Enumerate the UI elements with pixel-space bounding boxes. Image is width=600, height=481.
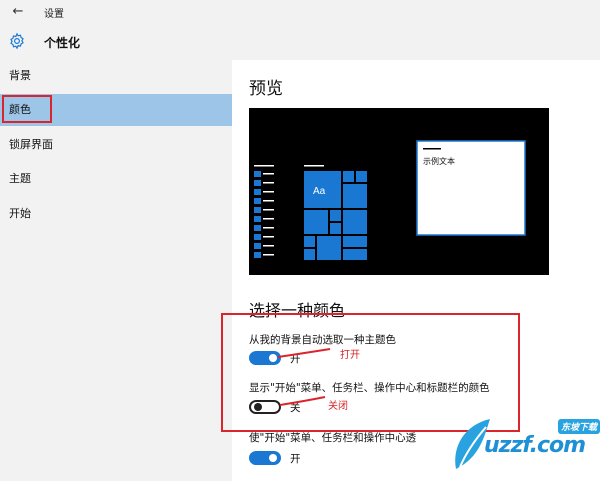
sidebar-item-themes[interactable]: 主题 xyxy=(0,163,232,195)
watermark-logo: 东坡下载 uzzf.com xyxy=(450,415,600,481)
sidebar-item-background[interactable]: 背景 xyxy=(0,60,232,92)
app-title: 设置 xyxy=(44,9,64,20)
color-preview: Aa 示例文本 xyxy=(249,108,549,275)
gear-icon xyxy=(10,32,24,50)
annotation-open-text: 打开 xyxy=(340,350,360,361)
back-arrow-icon[interactable]: ← xyxy=(8,3,28,21)
sidebar-item-label: 锁屏界面 xyxy=(9,138,53,151)
watermark-brand: uzzf.com xyxy=(484,433,586,458)
annotation-highlight-box xyxy=(2,95,52,123)
sidebar-item-lock-screen[interactable]: 锁屏界面 xyxy=(0,129,232,161)
transparency-label: 使"开始"菜单、任务栏和操作中心透 xyxy=(249,432,417,444)
watermark-tagline: 东坡下载 xyxy=(558,419,600,434)
preview-illustration: Aa 示例文本 xyxy=(254,140,526,260)
page-header: 个性化 xyxy=(0,24,600,60)
toggle-knob xyxy=(269,454,277,462)
sidebar-item-label: 开始 xyxy=(9,207,31,220)
page-title: 个性化 xyxy=(44,36,81,50)
transparency-state: 开 xyxy=(290,453,301,465)
preview-heading: 预览 xyxy=(249,79,283,99)
sidebar-item-start[interactable]: 开始 xyxy=(0,198,232,230)
title-bar: ← 设置 xyxy=(0,0,600,24)
preview-tile-label: Aa xyxy=(313,186,326,197)
sidebar-item-colors[interactable]: 颜色 xyxy=(0,94,232,126)
transparency-toggle[interactable] xyxy=(249,451,281,465)
preview-sample-text: 示例文本 xyxy=(423,156,455,166)
annotation-close-text: 关闭 xyxy=(328,401,348,412)
sidebar-item-label: 背景 xyxy=(9,69,31,82)
sidebar: 背景 颜色 锁屏界面 主题 开始 xyxy=(0,60,232,481)
sidebar-item-label: 主题 xyxy=(9,172,31,185)
